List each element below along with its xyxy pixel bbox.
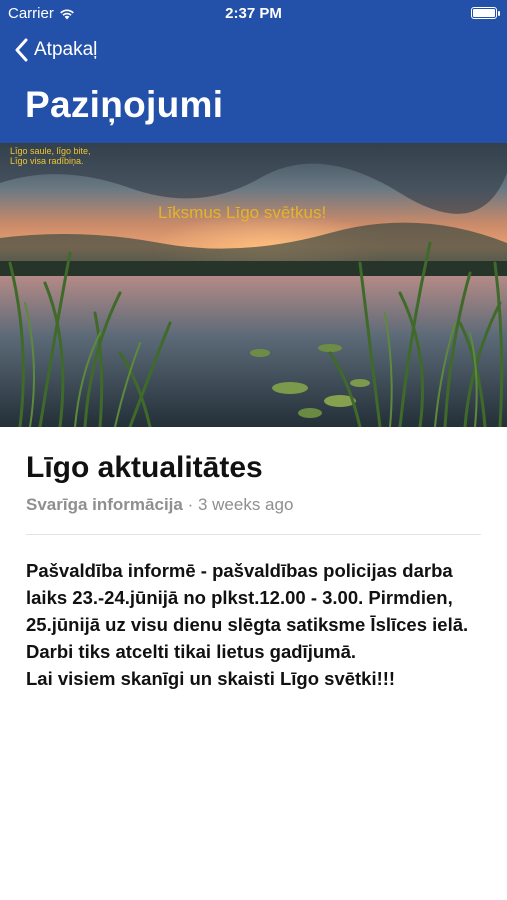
page-title: Paziņojumi [25, 84, 224, 125]
post-title: Līgo aktualitātes [26, 451, 263, 484]
post-meta: Svarīga informācija · 3 weeks ago [26, 495, 293, 515]
hero-image: Līgo saule, līgo bite, Līgo visa radībiņ… [0, 143, 507, 427]
divider [26, 534, 481, 535]
status-bar: Carrier 2:37 PM [0, 0, 507, 28]
post-time-ago: 3 weeks ago [197, 495, 294, 514]
battery-icon [471, 7, 500, 19]
hero-main-caption: Līksmus Līgo svētkus! [158, 203, 327, 222]
navigation-bar: Carrier 2:37 PM Atpakaļ Paziņojumi [0, 0, 507, 143]
hero-small-caption: Līgo saule, līgo bite, Līgo visa radībiņ… [10, 146, 91, 166]
meta-separator: · [182, 495, 198, 514]
hero-small-caption-line1: Līgo saule, līgo bite, [10, 146, 91, 156]
chevron-left-icon [15, 38, 28, 62]
post-category: Svarīga informācija [26, 495, 183, 514]
back-button[interactable]: Atpakaļ [14, 38, 97, 62]
sunset-lake-illustration [0, 143, 507, 427]
post-body: Pašvaldība informē - pašvaldības policij… [26, 557, 486, 692]
post-body-paragraph-2: Lai visiem skanīgi un skaisti Līgo svētk… [26, 668, 396, 689]
hero-small-caption-line2: Līgo visa radībiņa. [10, 156, 84, 166]
post-body-paragraph-1: Pašvaldība informē - pašvaldības policij… [26, 560, 469, 662]
back-button-label: Atpakaļ [34, 39, 98, 60]
clock: 2:37 PM [225, 5, 282, 22]
